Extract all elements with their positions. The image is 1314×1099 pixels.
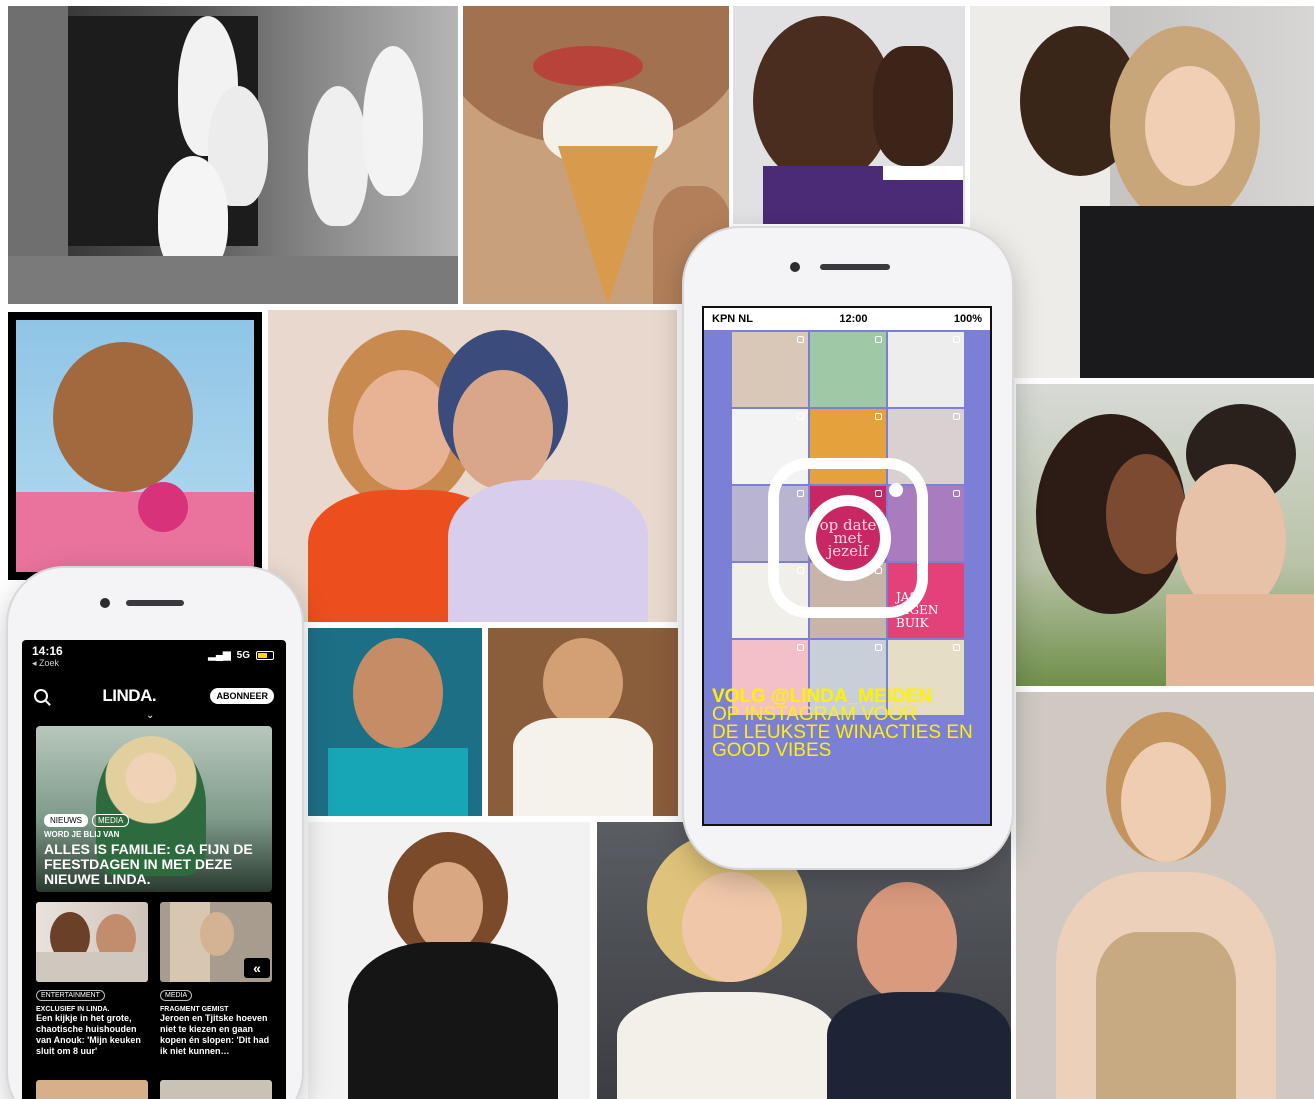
instagram-logo-icon: op date met jezelf [768,458,928,618]
instagram-promo: VOLG @LINDA_MEIDEN OP INSTAGRAM VOOR DE … [712,687,990,761]
logo-dot [889,483,903,497]
article-thumbnail: « [160,902,272,982]
hero-tags: NIEUWS MEDIA [44,814,130,827]
article-thumbnail [160,1080,272,1099]
subscribe-button[interactable]: ABONNEER [210,688,274,704]
rewind-icon[interactable]: « [244,958,270,978]
article-thumbnail [36,902,148,982]
photo-couple-hug [268,310,677,622]
article-title[interactable]: Jeroen en Tjitske hoeven niet te kiezen … [160,1013,272,1057]
battery-icon [256,651,274,660]
status-icons: ▂▄▆ 5G [208,650,274,661]
grid-post[interactable] [888,332,964,407]
chevron-down-icon[interactable]: ⌄ [146,710,154,721]
phone-instagram: KPN NL 12:00 100% JAS EIGEN BUIK op date… [684,228,1012,868]
network-label: 5G [236,650,250,661]
logo-text: op date met jezelf [819,515,877,560]
photo-collage: KPN NL 12:00 100% JAS EIGEN BUIK op date… [0,0,1314,1099]
category-tag[interactable]: NIEUWS [44,814,88,827]
search-icon[interactable] [34,689,48,703]
carrier-label: KPN NL [712,313,753,325]
battery-label: 100% [953,313,982,325]
photo-couple-smiling [970,6,1314,378]
photo-woman-blazer [488,628,678,816]
phone-speaker [820,264,890,270]
article-card[interactable]: ENTERTAINMENT EXCLUSIEF IN LINDA. Een ki… [36,902,148,1057]
article-title[interactable]: Een kijkje in het grote, chaotische huis… [36,1013,148,1057]
hero-kicker: WORD JE BLIJ VAN [44,830,120,839]
status-bar: KPN NL 12:00 100% [704,308,990,330]
category-tag[interactable]: MEDIA [160,990,193,1001]
photo-woman-corset [308,822,590,1099]
category-tag[interactable]: MEDIA [92,814,130,827]
photo-kissing-couple [1016,384,1314,686]
photo-woman-teal [308,628,482,816]
photo-bw-group [8,6,458,304]
phone-speaker [126,600,184,606]
logo-lens: op date met jezelf [805,495,891,581]
article-kicker: EXCLUSIEF IN LINDA. [36,1006,110,1013]
clock-label: 12:00 [839,313,868,325]
hero-article[interactable]: NIEUWS MEDIA WORD JE BLIJ VAN ALLES IS F… [36,726,272,892]
phone-camera [790,262,800,272]
promo-line: GOOD VIBES [712,740,832,761]
clock-label: 14:16 [32,644,63,658]
phone-camera [100,598,110,608]
category-tag[interactable]: ENTERTAINMENT [36,990,105,1001]
photo-braids-man [733,6,965,224]
phone-linda-app: 14:16 ◂ Zoek ▂▄▆ 5G LINDA. ABONNEER ⌄ NI… [8,568,302,1099]
hero-headline[interactable]: ALLES IS FAMILIE: GA FIJN DE FEESTDAGEN … [44,842,268,887]
photo-woman-braids [8,312,262,580]
photo-woman-tank-top [1016,692,1314,1099]
article-thumbnail [36,1080,148,1099]
article-card[interactable]: « MEDIA FRAGMENT GEMIST Jeroen en Tjitsk… [160,902,272,1057]
linda-app-screen: 14:16 ◂ Zoek ▂▄▆ 5G LINDA. ABONNEER ⌄ NI… [22,640,286,1099]
linda-logo[interactable]: LINDA. [102,686,156,706]
instagram-screen: KPN NL 12:00 100% JAS EIGEN BUIK op date… [702,306,992,826]
signal-icon: ▂▄▆ [208,650,231,661]
grid-post[interactable] [810,332,886,407]
article-kicker: FRAGMENT GEMIST [160,1006,229,1013]
grid-post[interactable] [732,332,808,407]
status-bar: 14:16 ◂ Zoek ▂▄▆ 5G [22,640,286,670]
